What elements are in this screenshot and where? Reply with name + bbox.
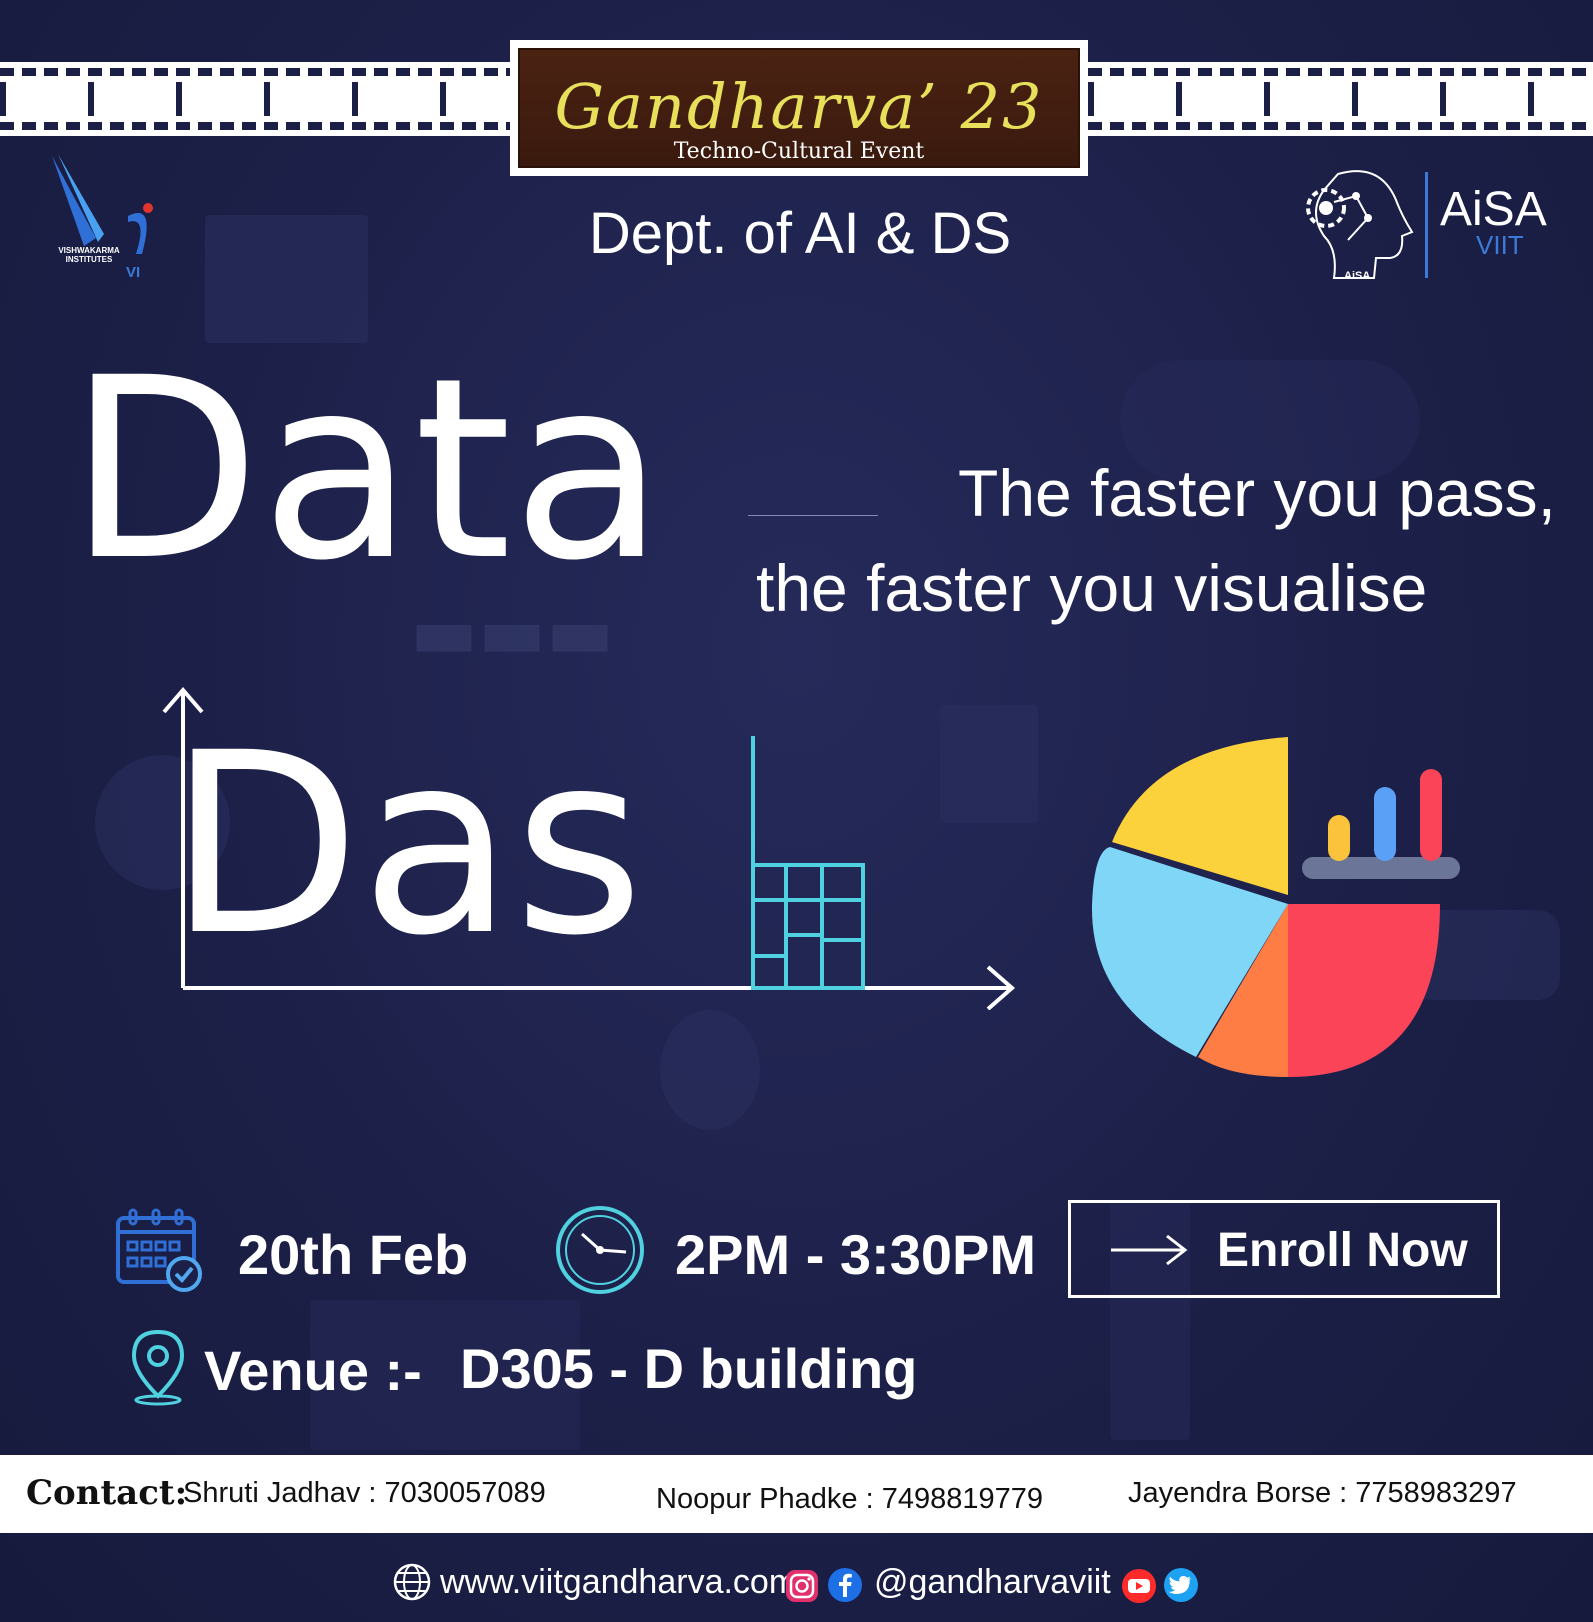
contact-label: Contact: <box>26 1473 188 1513</box>
clock-icon <box>556 1206 644 1294</box>
venue-value: D305 - D building <box>460 1337 918 1400</box>
contact-person: Shruti Jadhav : 7030057089 <box>183 1477 546 1509</box>
vishwakarma-logo-text: VISHWAKARMA INSTITUTES <box>58 246 120 264</box>
contact-person: Jayendra Borse : 7758983297 <box>1128 1477 1517 1509</box>
aisa-badge-text: AiSA <box>1344 270 1371 282</box>
event-title: Gandharva’ 23 <box>554 70 1044 143</box>
contact-bar: Contact: Shruti Jadhav : 7030057089 Noop… <box>0 1455 1593 1533</box>
streaming-logo-tile <box>660 1010 760 1130</box>
contact-person: Noopur Phadke : 7498819779 <box>656 1483 1043 1515</box>
aisa-logo-name: AiSA <box>1440 183 1547 236</box>
tagline-line-1: The faster you pass, <box>958 456 1556 530</box>
website-link[interactable]: www.viitgandharva.com <box>440 1563 797 1602</box>
event-date: 20th Feb <box>238 1223 469 1286</box>
facebook-icon[interactable] <box>826 1566 864 1604</box>
film-strip-right <box>1088 62 1593 136</box>
social-handle: @gandharvaviit <box>874 1563 1111 1601</box>
arrow-right-icon <box>1111 1234 1188 1266</box>
event-title-plaque: Gandharva’ 23 Techno-Cultural Event <box>510 40 1088 176</box>
calendar-check-icon <box>116 1208 202 1292</box>
youtube-icon[interactable] <box>1120 1568 1158 1604</box>
axis-graphic-icon <box>162 686 1016 1010</box>
vishwakarma-logo-mark: VI <box>126 264 141 281</box>
film-strip-left <box>0 62 510 136</box>
twitter-icon[interactable] <box>1162 1566 1200 1604</box>
department-name: Dept. of AI & DS <box>588 201 1012 266</box>
event-poster: ▬▬▬ Gandharva’ 23 Techno-Cultural Event … <box>0 0 1593 1622</box>
instagram-icon[interactable] <box>784 1568 820 1604</box>
logo-divider <box>1425 172 1428 278</box>
event-time: 2PM - 3:30PM <box>675 1223 1036 1286</box>
venue-label: Venue :- <box>204 1339 422 1402</box>
aisa-logo-sub: VIIT <box>1476 230 1524 260</box>
event-subtitle: Techno-Cultural Event <box>673 139 925 164</box>
headline-word-data: Data <box>68 324 665 615</box>
aisa-head-logo-icon <box>1306 170 1414 279</box>
tagline-line-2: the faster you visualise <box>756 551 1428 625</box>
globe-icon <box>393 1563 431 1601</box>
enroll-now-button[interactable]: Enroll Now <box>1068 1200 1500 1298</box>
location-pin-icon <box>131 1329 185 1406</box>
enroll-now-label: Enroll Now <box>1217 1224 1468 1277</box>
pie-chart-illustration <box>1091 737 1460 1077</box>
